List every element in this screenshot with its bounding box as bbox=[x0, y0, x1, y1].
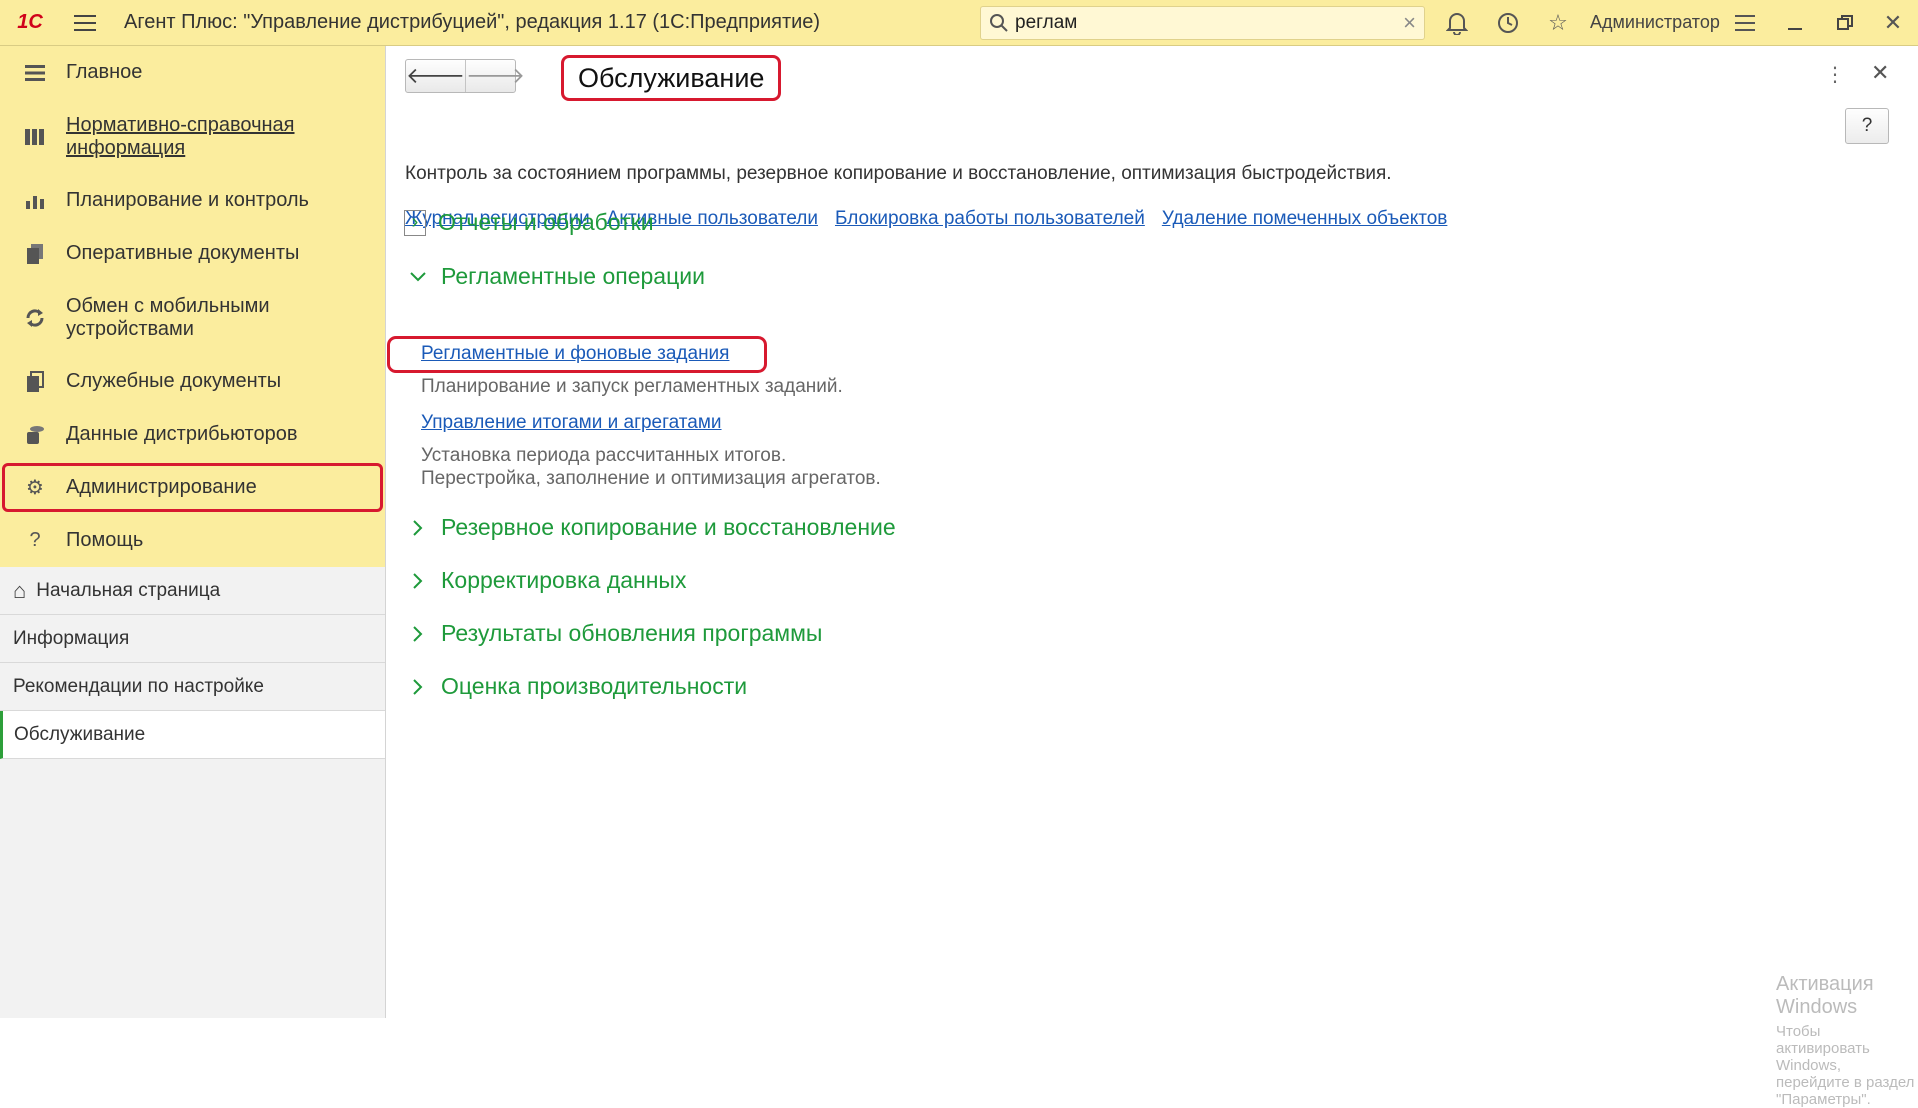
section-label: Оперативные документы bbox=[66, 242, 300, 264]
group-label: Результаты обновления программы bbox=[441, 620, 823, 646]
section-administration[interactable]: ⚙ Администрирование bbox=[0, 461, 385, 514]
service-docs-icon bbox=[22, 370, 48, 393]
chevron-right-icon: › bbox=[404, 209, 426, 236]
link-routine-jobs[interactable]: Регламентные и фоновые задания bbox=[421, 343, 729, 365]
main-content: 🡐 🡒 Обслуживание ⋮ ✕ ? Контроль за состо… bbox=[387, 46, 1918, 1108]
group-label: Отчеты и обработки bbox=[438, 209, 654, 235]
chevron-right-icon bbox=[407, 674, 429, 700]
page-recommendations[interactable]: Рекомендации по настройке bbox=[0, 663, 385, 711]
section-label: Помощь bbox=[66, 529, 144, 551]
database-icon bbox=[22, 424, 48, 446]
nav-buttons: 🡐 🡒 bbox=[405, 59, 525, 93]
link-description: Планирование и запуск регламентных задан… bbox=[421, 376, 843, 397]
app-title: Агент Плюс: "Управление дистрибуцией", р… bbox=[124, 11, 821, 33]
link-description: Перестройка, заполнение и оптимизация аг… bbox=[421, 468, 881, 489]
link-description: Установка периода рассчитанных итогов. bbox=[421, 445, 787, 466]
page-label: Рекомендации по настройке bbox=[13, 675, 264, 697]
search-input[interactable] bbox=[1015, 12, 1404, 34]
page-info[interactable]: Информация bbox=[0, 615, 385, 663]
section-reference-info[interactable]: Нормативно-справочная информация bbox=[0, 99, 385, 174]
page-description: Контроль за состоянием программы, резерв… bbox=[405, 163, 1392, 184]
chart-icon bbox=[22, 190, 48, 212]
chevron-right-icon bbox=[407, 515, 429, 541]
search-box[interactable]: × bbox=[980, 6, 1425, 40]
book-icon bbox=[22, 126, 48, 148]
forward-arrow-icon[interactable]: 🡒 bbox=[465, 60, 525, 92]
close-icon[interactable]: ✕ bbox=[1871, 60, 1889, 86]
group-performance[interactable]: Оценка производительности bbox=[407, 673, 747, 700]
settings-menu-icon[interactable] bbox=[1730, 8, 1760, 38]
page-label: Информация bbox=[13, 627, 130, 649]
group-routine[interactable]: Регламентные операции bbox=[407, 263, 705, 290]
history-icon[interactable] bbox=[1493, 8, 1523, 38]
section-label: Данные дистрибьюторов bbox=[66, 423, 298, 445]
gear-icon: ⚙ bbox=[26, 477, 44, 499]
chevron-right-icon bbox=[407, 568, 429, 594]
help-button[interactable]: ? bbox=[1845, 108, 1889, 144]
group-update-results[interactable]: Результаты обновления программы bbox=[407, 620, 822, 647]
section-label: Обмен с мобильными устройствами bbox=[66, 294, 270, 340]
section-planning[interactable]: Планирование и контроль bbox=[0, 174, 385, 227]
group-reports[interactable]: › Отчеты и обработки bbox=[404, 209, 654, 236]
section-label: Администрирование bbox=[66, 476, 257, 498]
section-help[interactable]: ? Помощь bbox=[0, 514, 385, 567]
logo-1c[interactable]: 1С bbox=[0, 0, 60, 46]
page-label: Обслуживание bbox=[14, 723, 146, 745]
close-window-icon[interactable]: ✕ bbox=[1878, 8, 1908, 38]
menu-icon[interactable] bbox=[60, 0, 110, 46]
group-label: Корректировка данных bbox=[441, 567, 687, 593]
home-icon: ⌂ bbox=[13, 577, 27, 603]
link-user-lock[interactable]: Блокировка работы пользователей bbox=[835, 208, 1145, 230]
page-title: Обслуживание bbox=[561, 55, 782, 101]
section-label: Служебные документы bbox=[66, 370, 282, 392]
back-arrow-icon[interactable]: 🡐 bbox=[406, 60, 465, 92]
link-totals-aggregates[interactable]: Управление итогами и агрегатами bbox=[421, 412, 722, 434]
chevron-right-icon bbox=[407, 621, 429, 647]
page-label: Начальная страница bbox=[36, 579, 221, 601]
help-icon: ? bbox=[29, 529, 41, 551]
user-name[interactable]: Администратор bbox=[1590, 12, 1720, 33]
more-icon[interactable]: ⋮ bbox=[1825, 62, 1845, 87]
windows-activation-watermark: Активация Windows Чтобы активировать Win… bbox=[1776, 973, 1918, 1108]
list-icon bbox=[22, 62, 48, 84]
group-label: Регламентные операции bbox=[441, 263, 705, 289]
group-label: Резервное копирование и восстановление bbox=[441, 514, 896, 540]
restore-icon[interactable] bbox=[1830, 8, 1860, 38]
section-operational-docs[interactable]: Оперативные документы bbox=[0, 227, 385, 280]
page-maintenance[interactable]: Обслуживание bbox=[0, 711, 385, 759]
page-home[interactable]: ⌂ Начальная страница bbox=[0, 567, 385, 615]
group-data-correction[interactable]: Корректировка данных bbox=[407, 567, 686, 594]
sync-icon bbox=[22, 307, 48, 329]
watermark-text: Чтобы активировать Windows, перейдите в … bbox=[1776, 1023, 1915, 1108]
section-mobile-exchange[interactable]: Обмен с мобильными устройствами bbox=[0, 280, 385, 355]
link-delete-marked[interactable]: Удаление помеченных объектов bbox=[1162, 208, 1448, 230]
open-pages: ⌂ Начальная страница Информация Рекоменд… bbox=[0, 567, 385, 759]
section-label: Главное bbox=[66, 61, 143, 83]
group-backup[interactable]: Резервное копирование и восстановление bbox=[407, 514, 896, 541]
section-service-docs[interactable]: Служебные документы bbox=[0, 355, 385, 408]
sidebar: Главное Нормативно-справочная информация… bbox=[0, 46, 386, 1018]
section-distributor-data[interactable]: Данные дистрибьюторов bbox=[0, 408, 385, 461]
watermark-title: Активация Windows bbox=[1776, 973, 1874, 1018]
section-label: Нормативно-справочная информация bbox=[66, 113, 295, 159]
group-label: Оценка производительности bbox=[441, 673, 748, 699]
section-panel: Главное Нормативно-справочная информация… bbox=[0, 46, 385, 567]
star-icon[interactable]: ☆ bbox=[1543, 8, 1573, 38]
documents-icon bbox=[22, 243, 48, 265]
chevron-down-icon bbox=[407, 264, 429, 290]
bell-icon[interactable] bbox=[1442, 8, 1472, 38]
minimize-icon[interactable] bbox=[1780, 8, 1810, 38]
clear-search-icon[interactable]: × bbox=[1403, 10, 1416, 36]
section-label: Планирование и контроль bbox=[66, 189, 309, 211]
section-main[interactable]: Главное bbox=[0, 46, 385, 99]
search-icon bbox=[990, 14, 1008, 32]
